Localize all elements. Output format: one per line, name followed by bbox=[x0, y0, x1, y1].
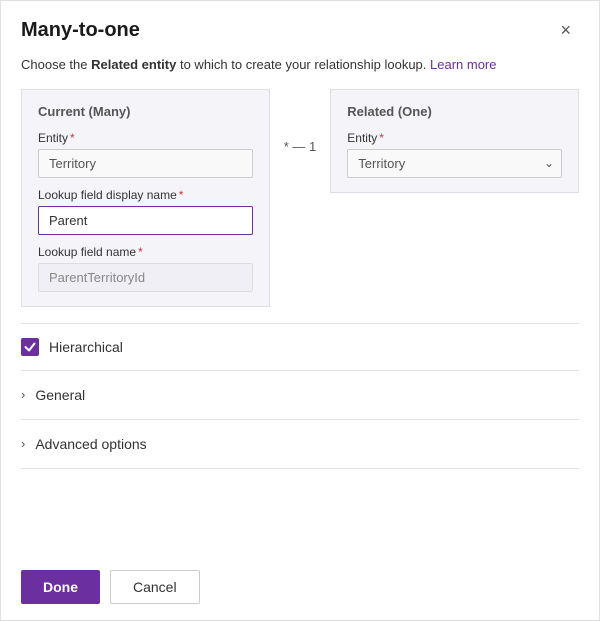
checkmark-icon bbox=[24, 341, 36, 353]
done-button[interactable]: Done bbox=[21, 570, 100, 604]
general-section: › General bbox=[1, 371, 599, 419]
dialog-description: Choose the Related entity to which to cr… bbox=[1, 55, 599, 89]
lookup-name-label: Lookup field name* bbox=[38, 245, 253, 259]
required-star-4: * bbox=[379, 131, 384, 145]
dialog-footer: Done Cancel bbox=[1, 554, 599, 620]
lookup-name-value: ParentTerritoryId bbox=[38, 263, 253, 292]
description-suffix: to which to create your relationship loo… bbox=[176, 57, 426, 72]
description-prefix: Choose the bbox=[21, 57, 91, 72]
dialog-title: Many-to-one bbox=[21, 19, 140, 42]
hierarchical-checkbox[interactable] bbox=[21, 338, 39, 356]
dialog-header: Many-to-one × bbox=[1, 1, 599, 55]
hierarchical-label: Hierarchical bbox=[49, 339, 123, 355]
advanced-options-section: › Advanced options bbox=[1, 420, 599, 468]
advanced-options-header[interactable]: › Advanced options bbox=[21, 420, 579, 468]
learn-more-link[interactable]: Learn more bbox=[430, 57, 496, 72]
lookup-display-input[interactable] bbox=[38, 206, 253, 235]
connector-symbol: * — 1 bbox=[284, 139, 317, 154]
advanced-chevron-icon: › bbox=[21, 436, 25, 451]
description-bold: Related entity bbox=[91, 57, 176, 72]
general-section-header[interactable]: › General bbox=[21, 371, 579, 419]
hierarchical-row: Hierarchical bbox=[1, 324, 599, 370]
required-star-2: * bbox=[179, 188, 184, 202]
cancel-button[interactable]: Cancel bbox=[110, 570, 200, 604]
related-panel-header: Related (One) bbox=[347, 104, 562, 119]
related-entity-select[interactable]: Territory bbox=[347, 149, 562, 178]
panels-row: Current (Many) Entity* Territory Lookup … bbox=[1, 89, 599, 307]
related-entity-wrapper: Territory ⌄ bbox=[347, 149, 562, 178]
required-star-3: * bbox=[138, 245, 143, 259]
lookup-display-label: Lookup field display name* bbox=[38, 188, 253, 202]
related-entity-label: Entity* bbox=[347, 131, 562, 145]
connector-area: * — 1 bbox=[270, 89, 331, 154]
close-button[interactable]: × bbox=[552, 17, 579, 43]
current-entity-value: Territory bbox=[38, 149, 253, 178]
advanced-options-label: Advanced options bbox=[35, 436, 146, 452]
related-panel: Related (One) Entity* Territory ⌄ bbox=[330, 89, 579, 193]
general-chevron-icon: › bbox=[21, 387, 25, 402]
many-to-one-dialog: Many-to-one × Choose the Related entity … bbox=[0, 0, 600, 621]
general-section-label: General bbox=[35, 387, 85, 403]
current-entity-label: Entity* bbox=[38, 131, 253, 145]
current-panel: Current (Many) Entity* Territory Lookup … bbox=[21, 89, 270, 307]
current-panel-header: Current (Many) bbox=[38, 104, 253, 119]
required-star: * bbox=[70, 131, 75, 145]
